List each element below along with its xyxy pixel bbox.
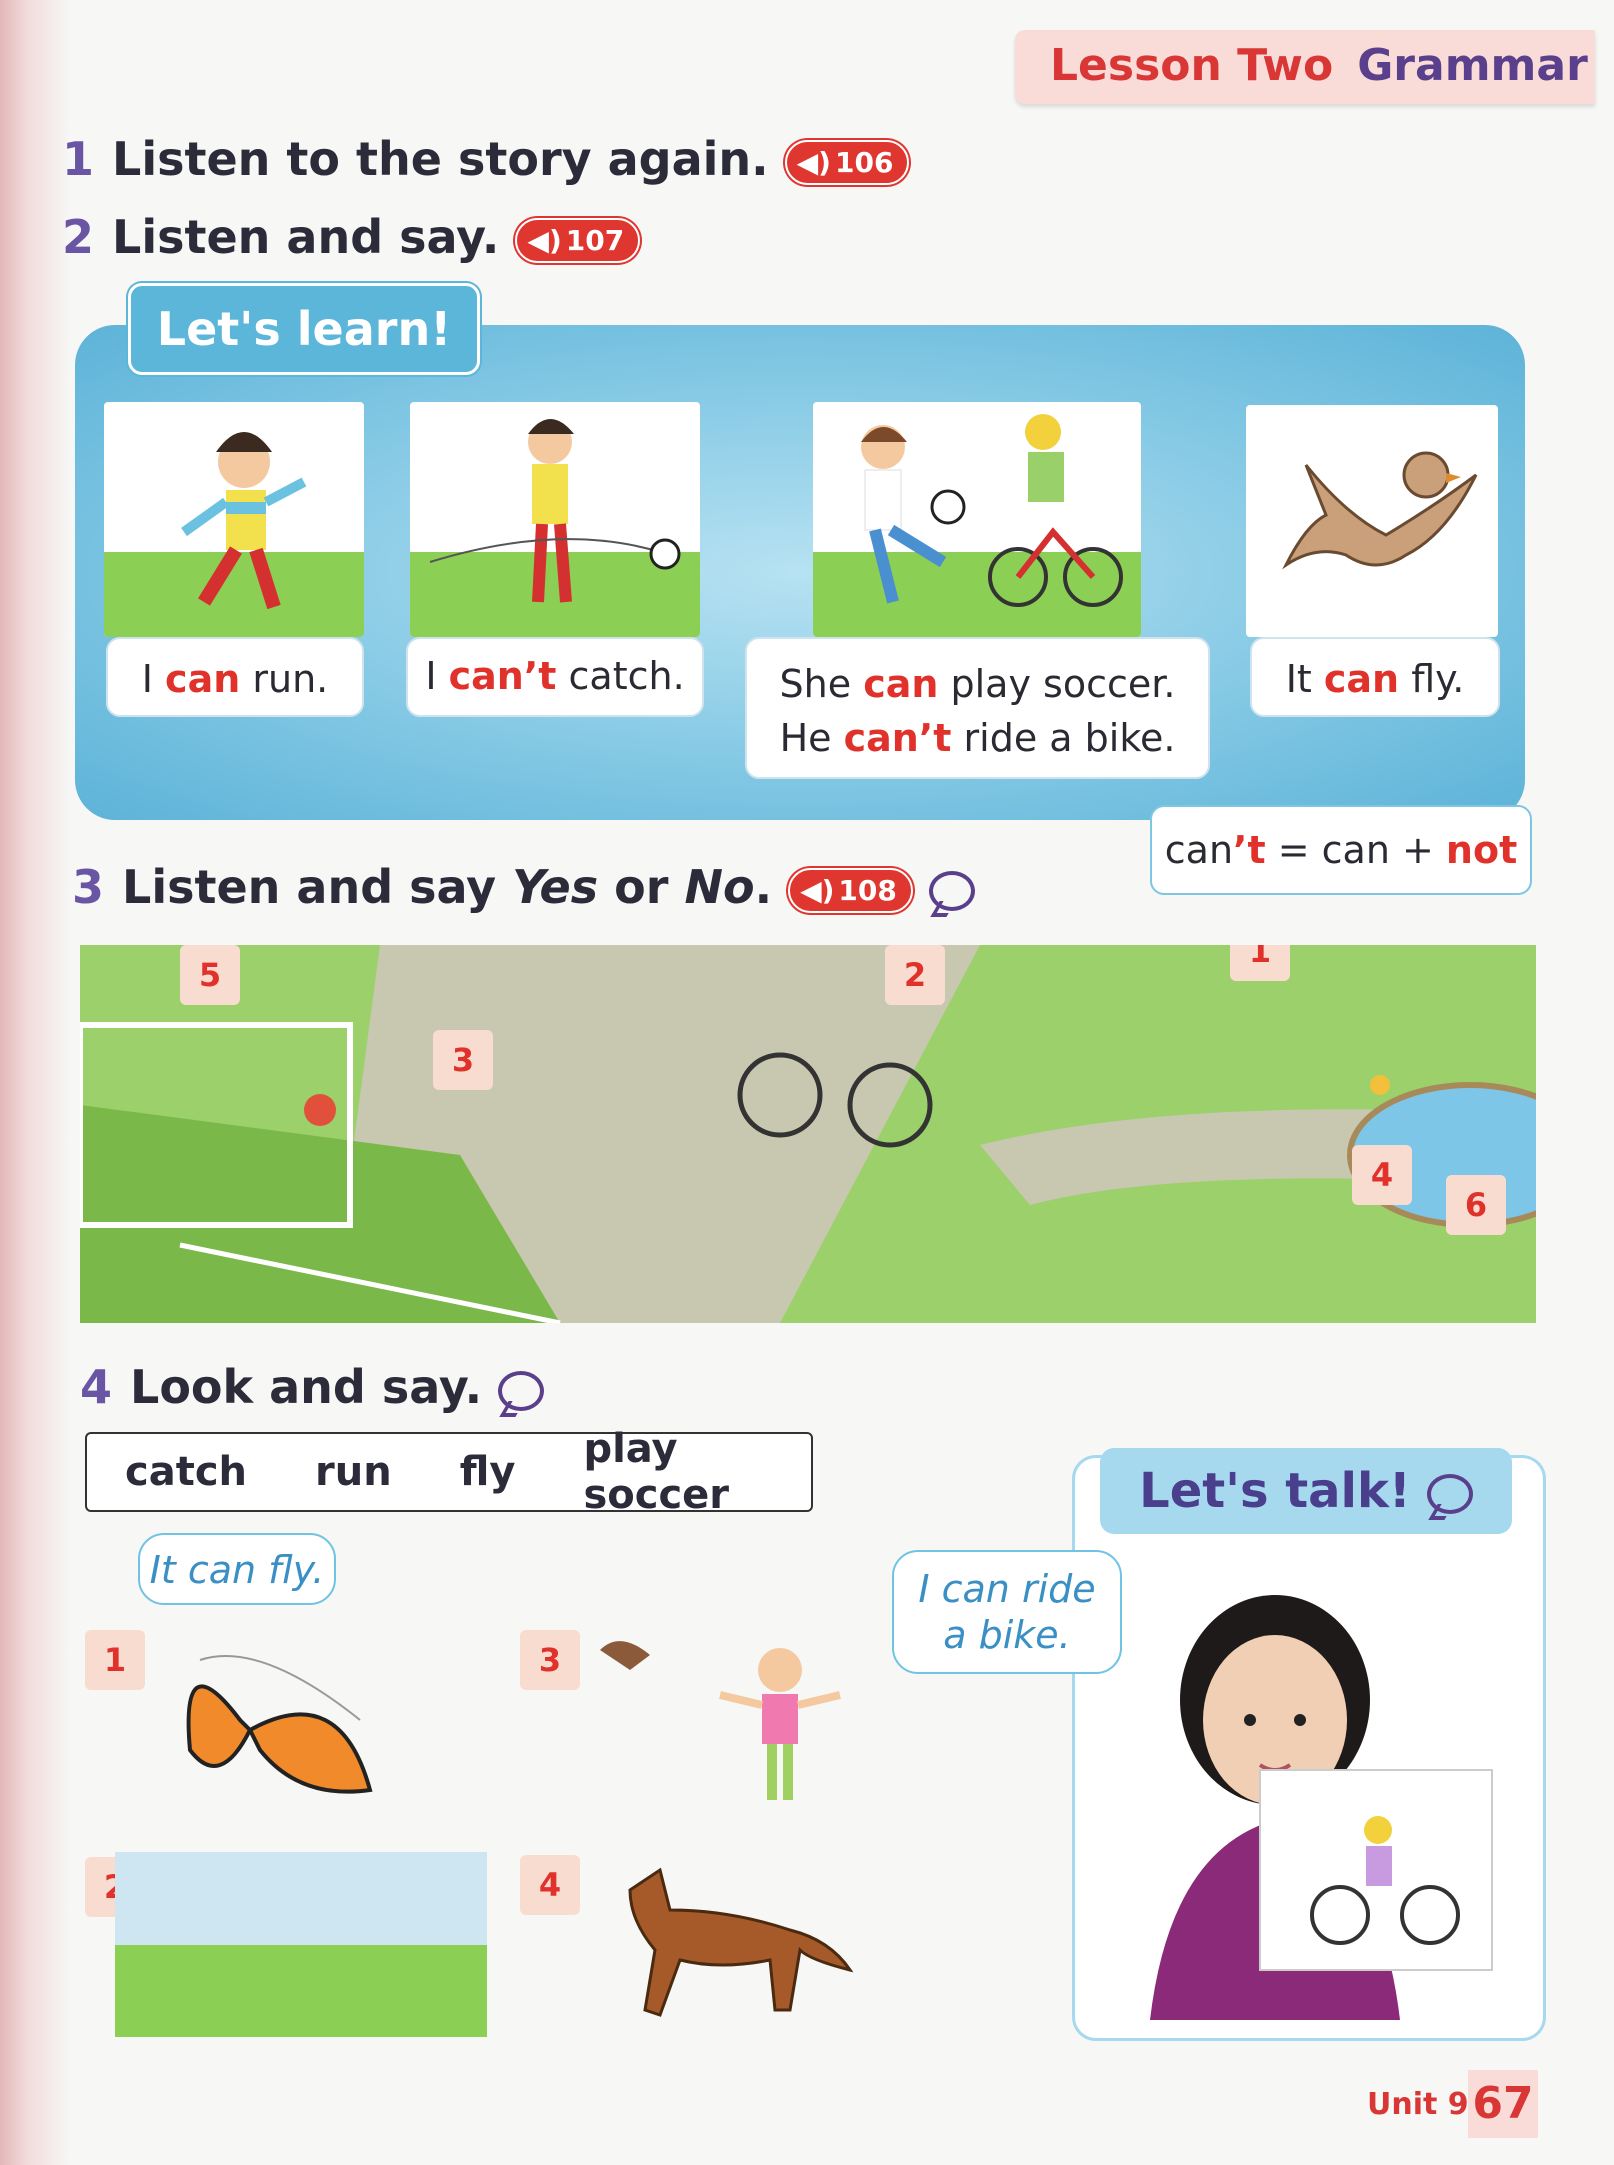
- caption-can-fly: It can fly.: [1250, 637, 1500, 717]
- section-title: Grammar: [1357, 40, 1588, 91]
- lesson-header: Lesson Two Grammar: [1050, 40, 1588, 91]
- goalkeeper-picture: [115, 1852, 487, 2037]
- lets-talk-tag: Let's talk!: [1100, 1448, 1512, 1534]
- caption-can-run: I can run.: [106, 637, 364, 717]
- activity-text: Listen to the story again.: [112, 132, 769, 186]
- activity-2: 2 Listen and say. ◀) 107: [62, 210, 641, 264]
- lets-learn-tag: Let's learn!: [128, 283, 480, 375]
- word-fly: fly: [459, 1449, 516, 1495]
- scene-number-1: 1: [1230, 945, 1290, 981]
- scene-number-3: 3: [433, 1030, 493, 1090]
- horse-picture: [628, 1867, 854, 2017]
- speaker-icon: ◀): [800, 874, 835, 907]
- unit-label: Unit 9: [1367, 2087, 1469, 2122]
- contraction-formula: can’t = can + not: [1150, 805, 1532, 895]
- activity-4: 4 Look and say.: [80, 1360, 545, 1414]
- girl-holding-picture-photo: [1150, 1595, 1493, 2020]
- picture-number-1: 1: [85, 1630, 145, 1690]
- word-catch: catch: [125, 1449, 248, 1495]
- talk-speech-bubble: I can ride a bike.: [892, 1550, 1122, 1674]
- activity-3: 3 Listen and say Yes or No. ◀) 108: [72, 860, 975, 914]
- word-run: run: [315, 1449, 392, 1495]
- speech-bubble-icon: [1426, 1474, 1473, 1514]
- scene-number-4: 4: [1352, 1145, 1412, 1205]
- scene-number-2: 2: [885, 945, 945, 1005]
- activity-number: 2: [62, 210, 95, 264]
- word-play-soccer: play soccer: [583, 1426, 730, 1518]
- picture-girl-missing-ball: [410, 402, 700, 637]
- caption-cant-catch: I can’t catch.: [406, 637, 704, 717]
- caption-soccer-bike: She can play soccer. He can’t ride a bik…: [745, 637, 1210, 779]
- activity-1: 1 Listen to the story again. ◀) 106: [62, 132, 910, 186]
- picture-girl-running: [104, 402, 364, 637]
- speech-bubble-icon: [928, 870, 975, 911]
- picture-bird-flying: [1246, 405, 1498, 637]
- scene-number-5: 5: [180, 945, 240, 1005]
- audio-track-button[interactable]: ◀) 107: [515, 218, 641, 263]
- park-scene: 1 2 3 4 5 6: [80, 945, 1536, 1323]
- speaker-icon: ◀): [527, 224, 562, 257]
- activity-number: 1: [62, 132, 95, 186]
- butterfly-picture: [186, 1655, 373, 1794]
- speech-bubble-icon: [498, 1370, 545, 1411]
- audio-track-button[interactable]: ◀) 108: [788, 868, 913, 913]
- page-number: 67: [1468, 2070, 1538, 2138]
- picture-number-3: 3: [520, 1630, 580, 1690]
- picture-soccer-and-bike: [813, 402, 1141, 637]
- word-bank: catch run fly play soccer: [85, 1426, 813, 1518]
- page-edge: [0, 0, 70, 2165]
- activity-text: Listen and say.: [112, 210, 500, 264]
- lesson-title: Lesson Two: [1050, 40, 1334, 91]
- audio-track-button[interactable]: ◀) 106: [784, 140, 910, 185]
- speaker-icon: ◀): [796, 146, 831, 179]
- scene-number-6: 6: [1446, 1175, 1506, 1235]
- example-speech-bubble: It can fly.: [138, 1533, 336, 1605]
- picture-number-4: 4: [520, 1855, 580, 1915]
- girl-flapping-arms-picture: [600, 1641, 841, 1800]
